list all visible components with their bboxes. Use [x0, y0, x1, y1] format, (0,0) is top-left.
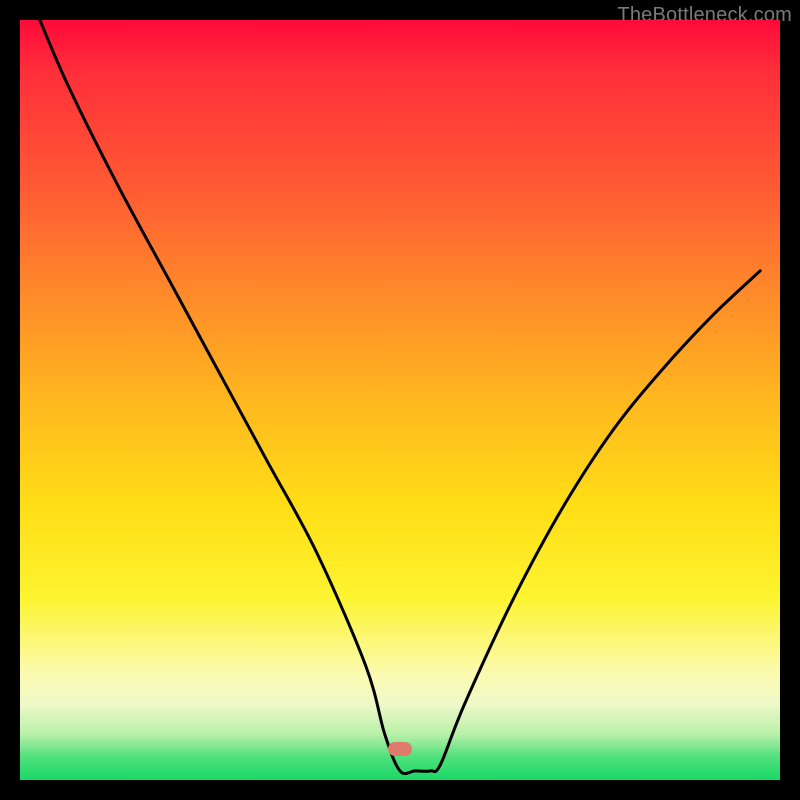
chart-frame: TheBottleneck.com: [0, 0, 800, 800]
bottleneck-curve: [20, 20, 780, 780]
plot-area: [20, 20, 780, 780]
min-marker: [388, 742, 412, 756]
curve-path: [40, 20, 760, 774]
